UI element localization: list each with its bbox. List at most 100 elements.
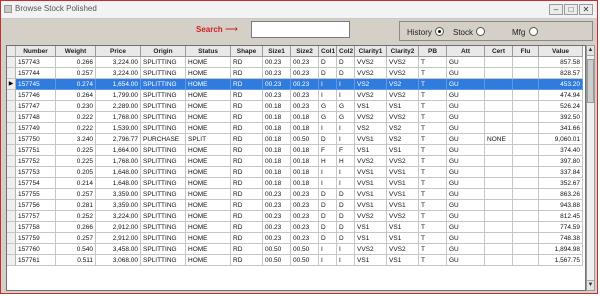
row-selector[interactable] [7,211,16,222]
cell-col1[interactable]: D [319,211,337,222]
cell-number[interactable]: 157754 [16,178,56,189]
cell-shape[interactable]: RD [231,167,263,178]
cell-origin[interactable]: SPLITTING [141,255,186,266]
cell-origin[interactable]: SPLITTING [141,167,186,178]
cell-flu[interactable] [513,123,539,134]
cell-flu[interactable] [513,167,539,178]
cell-size1[interactable]: 00.18 [263,156,291,167]
cell-flu[interactable] [513,233,539,244]
cell-value[interactable]: 526.24 [539,101,583,112]
cell-pb[interactable]: T [419,68,447,79]
table-row[interactable]: 157753 0.205 1,648.00 SPLITTING HOME RD 00.18 0… [7,167,585,178]
column-header-shape[interactable]: Shape [231,46,263,57]
cell-pb[interactable]: T [419,112,447,123]
cell-size2[interactable]: 00.23 [291,79,319,90]
cell-weight[interactable]: 0.266 [56,222,96,233]
column-header-weight[interactable]: Weight [56,46,96,57]
column-header-flu[interactable]: Flu [513,46,539,57]
cell-number[interactable]: 157759 [16,233,56,244]
table-row[interactable]: 157748 0.222 1,768.00 SPLITTING HOME RD 00.18 0… [7,112,585,123]
cell-clarity1[interactable]: VVS2 [355,57,387,68]
cell-att[interactable]: GU [447,68,485,79]
cell-price[interactable]: 2,912.00 [96,233,141,244]
table-row[interactable]: 157754 0.214 1,648.00 SPLITTING HOME RD 00.18 0… [7,178,585,189]
cell-col1[interactable]: I [319,79,337,90]
cell-col1[interactable]: D [319,134,337,145]
column-header-att[interactable]: Att [447,46,485,57]
cell-cert[interactable] [485,244,513,255]
cell-weight[interactable]: 0.257 [56,189,96,200]
cell-col1[interactable]: I [319,255,337,266]
cell-col2[interactable]: D [337,211,355,222]
cell-weight[interactable]: 0.225 [56,156,96,167]
cell-cert[interactable] [485,68,513,79]
cell-cert[interactable] [485,101,513,112]
radio-stock[interactable]: Stock [453,27,486,37]
cell-price[interactable]: 1,654.00 [96,79,141,90]
cell-value[interactable]: 453.20 [539,79,583,90]
cell-shape[interactable]: RD [231,178,263,189]
cell-weight[interactable]: 0.214 [56,178,96,189]
column-header-cert[interactable]: Cert [485,46,513,57]
table-row[interactable]: 157744 0.257 3,224.00 SPLITTING HOME RD 00.23 0… [7,68,585,79]
cell-status[interactable]: HOME [186,123,231,134]
cell-number[interactable]: 157760 [16,244,56,255]
cell-col2[interactable]: H [337,156,355,167]
column-header-price[interactable]: Price [96,46,141,57]
cell-clarity1[interactable]: VS2 [355,123,387,134]
cell-size2[interactable]: 00.23 [291,233,319,244]
cell-att[interactable]: GU [447,145,485,156]
radio-stock-button[interactable] [476,27,486,36]
cell-clarity1[interactable]: VS2 [355,79,387,90]
cell-clarity2[interactable]: VVS2 [387,211,419,222]
row-selector[interactable] [7,233,16,244]
cell-origin[interactable]: SPLITTING [141,90,186,101]
cell-cert[interactable] [485,178,513,189]
cell-col2[interactable]: I [337,178,355,189]
cell-att[interactable]: GU [447,178,485,189]
cell-clarity2[interactable]: VS2 [387,134,419,145]
cell-col2[interactable]: G [337,112,355,123]
vertical-scrollbar[interactable]: ▲ ▼ [586,45,595,291]
cell-col1[interactable]: D [319,189,337,200]
cell-size2[interactable]: 00.23 [291,189,319,200]
cell-weight[interactable]: 0.511 [56,255,96,266]
row-selector[interactable] [7,145,16,156]
radio-history-button[interactable] [435,27,445,36]
cell-status[interactable]: HOME [186,90,231,101]
cell-weight[interactable]: 0.281 [56,200,96,211]
cell-clarity1[interactable]: VVS2 [355,211,387,222]
cell-shape[interactable]: RD [231,134,263,145]
cell-weight[interactable]: 0.274 [56,79,96,90]
cell-number[interactable]: 157755 [16,189,56,200]
cell-value[interactable]: 352.67 [539,178,583,189]
cell-number[interactable]: 157749 [16,123,56,134]
cell-weight[interactable]: 0.222 [56,123,96,134]
cell-status[interactable]: HOME [186,57,231,68]
cell-value[interactable]: 397.80 [539,156,583,167]
cell-status[interactable]: HOME [186,178,231,189]
table-row[interactable]: 157752 0.225 1,768.00 SPLITTING HOME RD 00.18 0… [7,156,585,167]
cell-clarity2[interactable]: VVS2 [387,90,419,101]
row-selector[interactable] [7,167,16,178]
cell-size1[interactable]: 00.23 [263,57,291,68]
cell-col2[interactable]: I [337,134,355,145]
row-selector[interactable] [7,90,16,101]
table-row[interactable]: 157757 0.252 3,224.00 SPLITTING HOME RD 00.23 0… [7,211,585,222]
row-selector[interactable] [7,112,16,123]
cell-col1[interactable]: D [319,222,337,233]
cell-price[interactable]: 3,068.00 [96,255,141,266]
cell-flu[interactable] [513,134,539,145]
cell-shape[interactable]: RD [231,200,263,211]
cell-number[interactable]: 157756 [16,200,56,211]
cell-col1[interactable]: D [319,68,337,79]
cell-flu[interactable] [513,90,539,101]
cell-origin[interactable]: SPLITTING [141,57,186,68]
cell-col2[interactable]: I [337,123,355,134]
cell-weight[interactable]: 0.257 [56,233,96,244]
cell-weight[interactable]: 0.225 [56,145,96,156]
cell-status[interactable]: HOME [186,244,231,255]
cell-flu[interactable] [513,145,539,156]
cell-value[interactable]: 943.88 [539,200,583,211]
cell-status[interactable]: SPLIT [186,134,231,145]
